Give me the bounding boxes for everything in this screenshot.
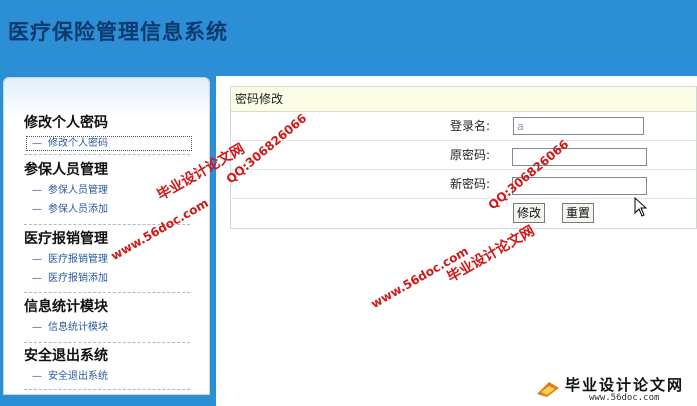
sidebar-item-label: 医疗报销添加 xyxy=(48,273,108,284)
sidebar-item-change-password[interactable]: — 修改个人密码 xyxy=(24,134,194,153)
sidebar-section-stats: 信息统计模块 — 信息统计模块 xyxy=(24,296,194,337)
footer-logo: 毕业设计论文网 www.56doc.com xyxy=(529,374,689,404)
mouse-cursor-icon xyxy=(634,197,648,217)
sidebar-section-password: 修改个人密码 — 修改个人密码 xyxy=(24,112,194,153)
form-row-old-password: 原密码: xyxy=(231,141,696,170)
login-name-input[interactable] xyxy=(513,117,644,135)
divider xyxy=(24,292,190,293)
sidebar-item-label: 参保人员管理 xyxy=(48,185,108,196)
sidebar-item-label: 医疗报销管理 xyxy=(48,254,108,265)
reset-button[interactable]: 重置 xyxy=(562,203,595,223)
new-password-label: 新密码: xyxy=(449,177,490,191)
logo-mark-icon xyxy=(537,382,559,397)
app-header: 医疗保险管理信息系统 xyxy=(0,0,697,76)
form-row-buttons: 修改 重置 xyxy=(231,199,696,228)
sidebar-item-logout[interactable]: — 安全退出系统 xyxy=(24,367,194,386)
app-title: 医疗保险管理信息系统 xyxy=(8,19,228,44)
login-label: 登录名: xyxy=(449,119,490,133)
footer-logo-url: www.56doc.com xyxy=(589,393,660,403)
sidebar-item-label: 修改个人密码 xyxy=(48,138,108,149)
divider xyxy=(24,389,190,390)
sidebar-section-reimburse: 医疗报销管理 — 医疗报销管理 — 医疗报销添加 xyxy=(24,228,194,288)
old-password-label: 原密码: xyxy=(449,148,490,162)
footer-logo-name: 毕业设计论文网 xyxy=(565,376,685,394)
sidebar-item-label: 参保人员添加 xyxy=(48,204,108,215)
divider xyxy=(24,154,190,155)
divider xyxy=(24,342,190,343)
sidebar-item-stats[interactable]: — 信息统计模块 xyxy=(24,318,194,337)
sidebar-item-label: 信息统计模块 xyxy=(48,322,108,333)
sidebar-section-title: 修改个人密码 xyxy=(24,115,108,131)
submit-button[interactable]: 修改 xyxy=(513,203,546,223)
sidebar-section-title: 安全退出系统 xyxy=(24,348,108,364)
form-row-new-password: 新密码: xyxy=(231,170,696,199)
sidebar-section-title: 信息统计模块 xyxy=(24,299,108,315)
sidebar-item-reimburse-add[interactable]: — 医疗报销添加 xyxy=(24,269,194,288)
sidebar-section-logout: 安全退出系统 — 安全退出系统 xyxy=(24,345,194,386)
form-heading: 密码修改 xyxy=(231,87,696,112)
sidebar-item-label: 安全退出系统 xyxy=(48,371,108,382)
password-form: 密码修改 登录名: 原密码: 新密码: 修改 重置 xyxy=(230,86,697,229)
